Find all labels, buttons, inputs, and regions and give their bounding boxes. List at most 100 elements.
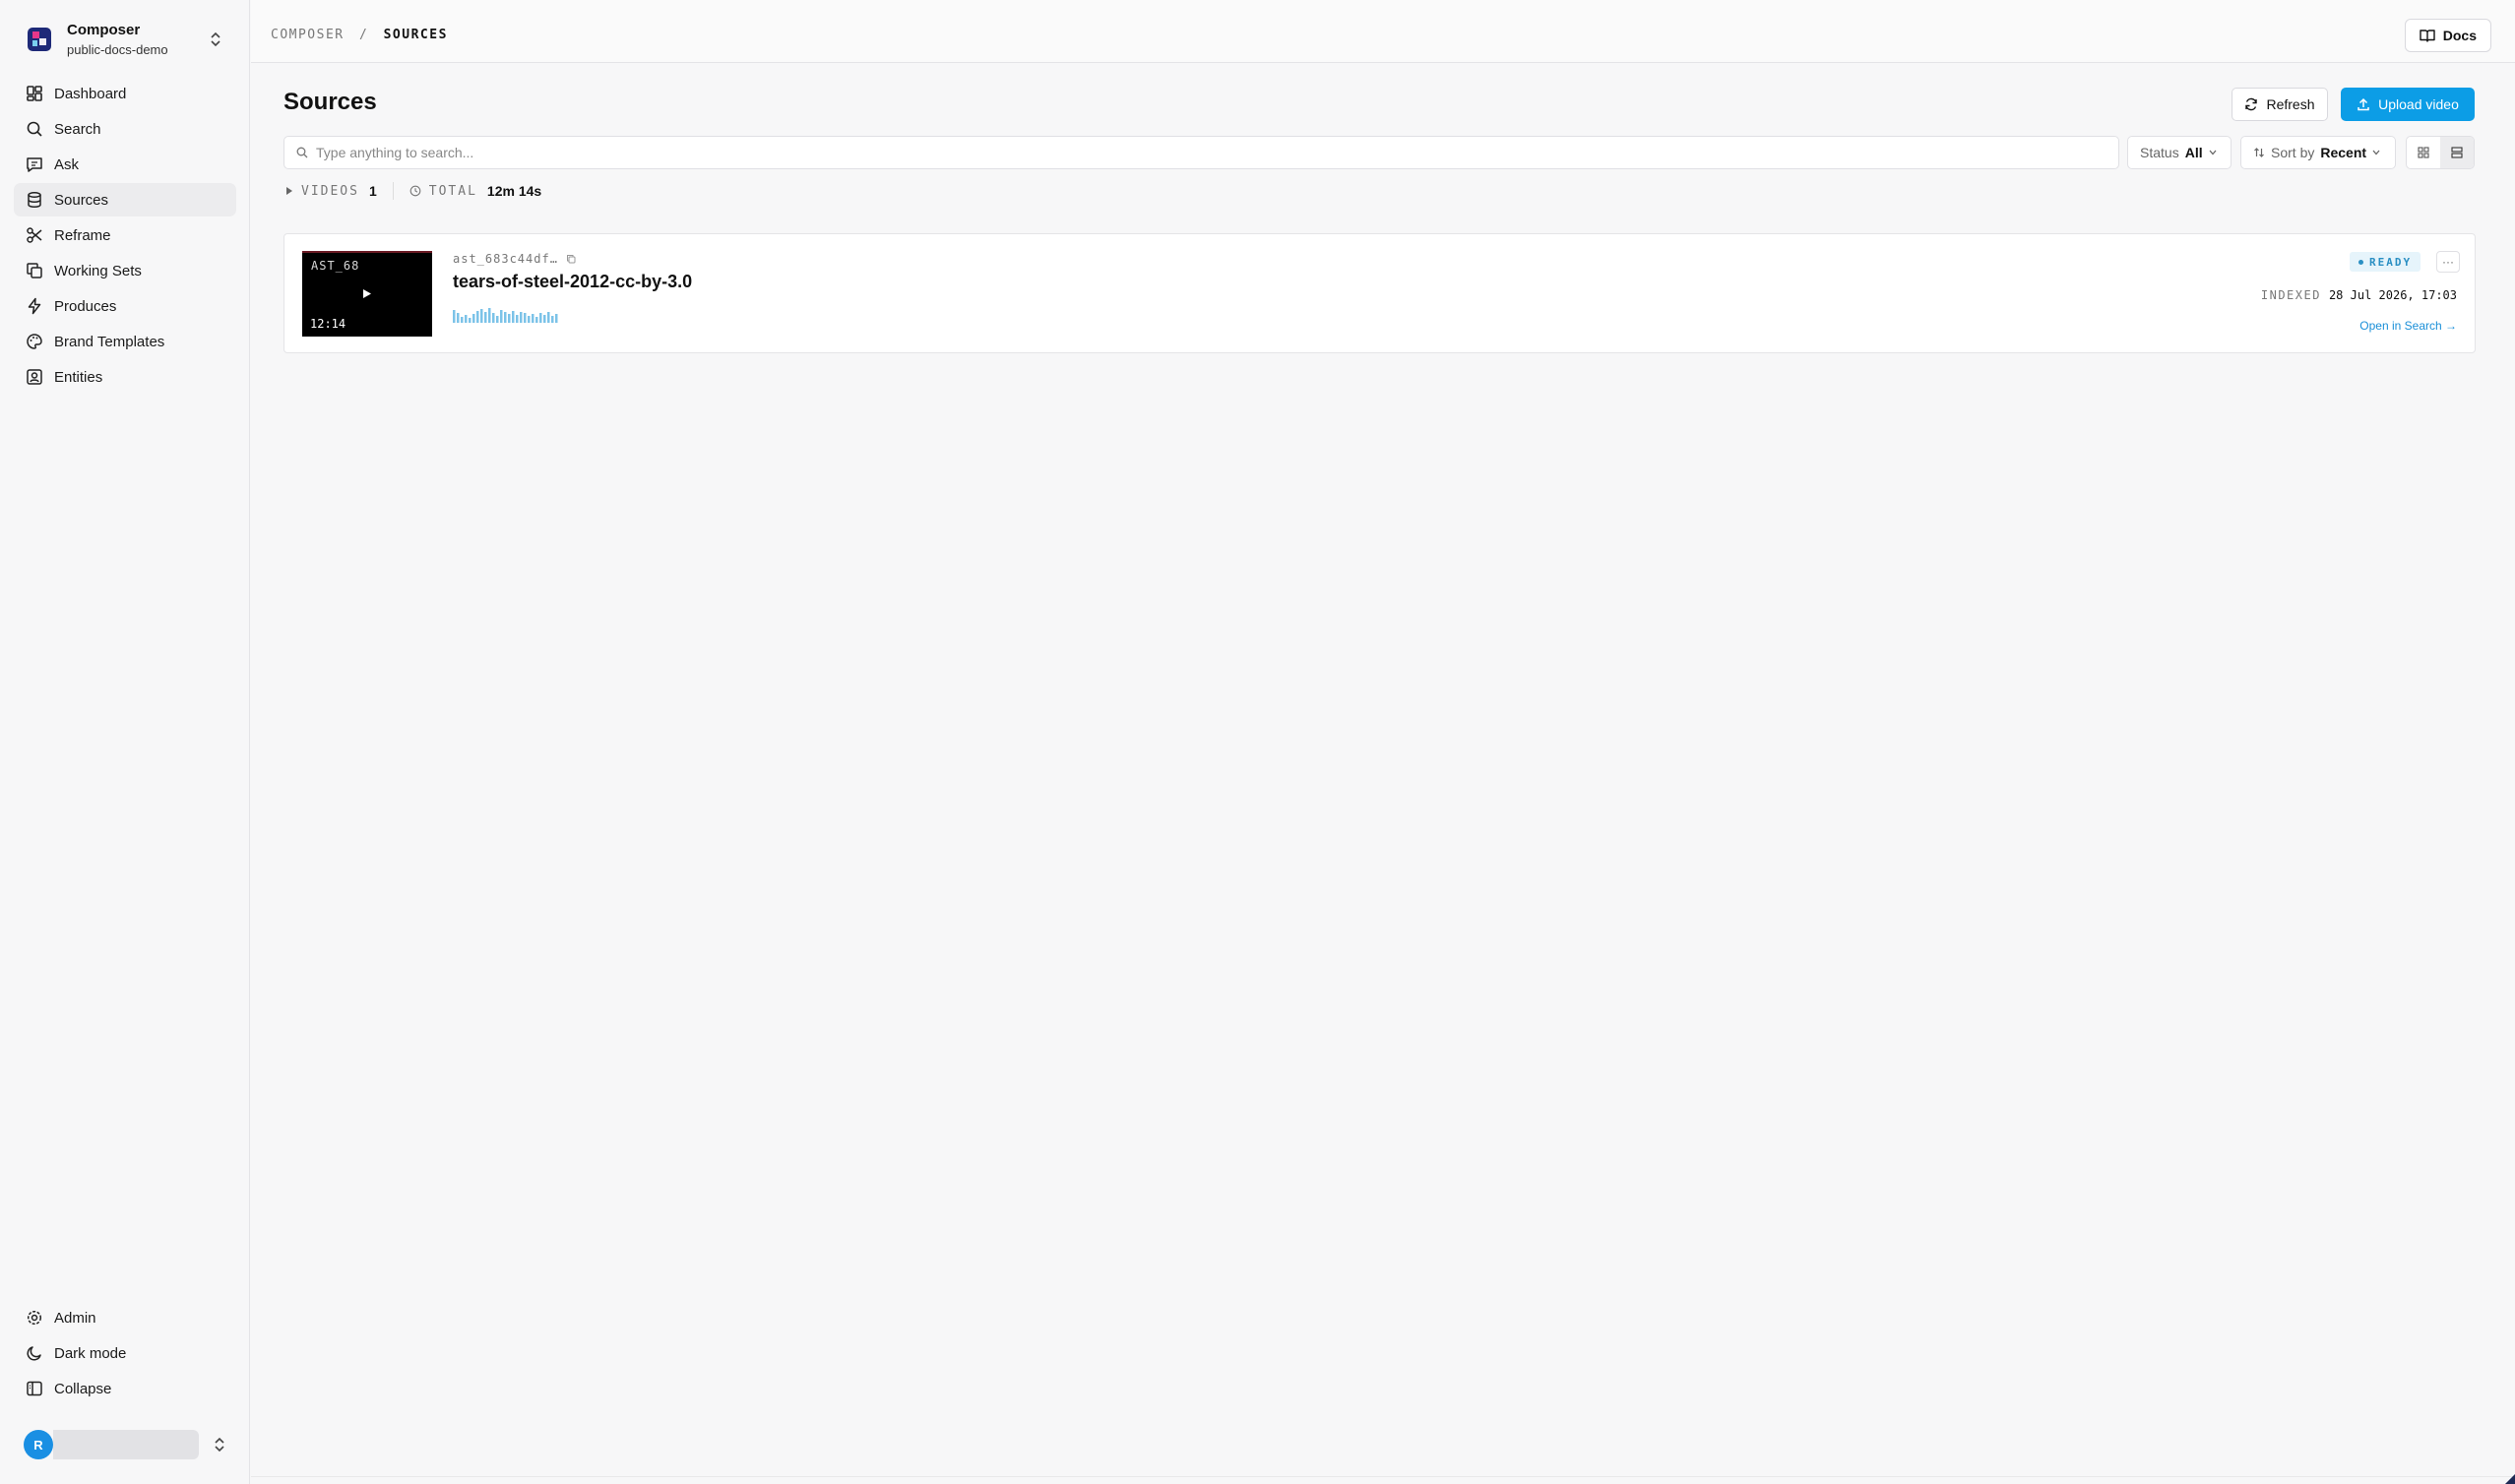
sidebar-item-label: Entities bbox=[54, 368, 103, 386]
gear-icon bbox=[27, 1310, 42, 1326]
avatar: R bbox=[24, 1430, 53, 1459]
indexed-label: INDEXED bbox=[2260, 288, 2321, 302]
workspace-switcher[interactable]: Composer public-docs-demo bbox=[14, 12, 236, 67]
clock-icon bbox=[409, 185, 421, 197]
status-badge: READY bbox=[2350, 252, 2421, 272]
videos-label: VIDEOS bbox=[301, 183, 359, 199]
chevron-up-down-icon bbox=[211, 31, 220, 47]
status-filter-value: All bbox=[2184, 145, 2203, 160]
sidebar-item-reframe[interactable]: Reframe bbox=[14, 218, 236, 252]
sidebar-item-ask[interactable]: Ask bbox=[14, 148, 236, 181]
play-icon[interactable] bbox=[362, 288, 372, 299]
moon-icon bbox=[27, 1346, 41, 1361]
user-name-placeholder bbox=[53, 1430, 199, 1459]
sidebar-item-sources[interactable]: Sources bbox=[14, 183, 236, 216]
sidebar-item-label: Dark mode bbox=[54, 1344, 127, 1362]
video-thumbnail[interactable]: AST_68 12:14 bbox=[302, 251, 432, 337]
sidebar-item-label: Produces bbox=[54, 297, 117, 315]
source-stats: VIDEOS 1 TOTAL 12m 14s bbox=[285, 182, 542, 200]
sidebar-item-admin[interactable]: Admin bbox=[14, 1301, 236, 1334]
total-duration: 12m 14s bbox=[486, 183, 542, 199]
sidebar-item-label: Ask bbox=[54, 155, 80, 173]
database-icon bbox=[28, 192, 41, 209]
asset-id: ast_683c44df… bbox=[453, 252, 576, 266]
palette-icon bbox=[27, 334, 42, 349]
sidebar-item-label: Brand Templates bbox=[54, 333, 165, 350]
breadcrumb: COMPOSER / SOURCES bbox=[271, 28, 448, 42]
list-view-button[interactable] bbox=[2440, 137, 2474, 168]
indexed-info: INDEXED 28 Jul 2026, 17:03 bbox=[2261, 288, 2457, 302]
search-icon bbox=[27, 121, 42, 137]
indexed-timestamp: 28 Jul 2026, 17:03 bbox=[2328, 288, 2457, 302]
sidebar: Composer public-docs-demo Dashboard Sear… bbox=[0, 0, 250, 1484]
upload-icon bbox=[2358, 97, 2369, 111]
audio-waveform bbox=[453, 308, 558, 323]
more-options-button[interactable]: ··· bbox=[2436, 251, 2460, 273]
more-options-label: ··· bbox=[2442, 255, 2454, 269]
resize-handle-icon[interactable] bbox=[2505, 1472, 2515, 1484]
refresh-label: Refresh bbox=[2266, 96, 2315, 112]
docs-label: Docs bbox=[2442, 28, 2477, 43]
status-dot bbox=[2358, 259, 2363, 265]
page-title: Sources bbox=[283, 89, 377, 115]
status-filter-label: Status bbox=[2140, 145, 2179, 160]
top-bar: COMPOSER / SOURCES Docs bbox=[251, 0, 2515, 63]
scissors-icon bbox=[27, 227, 42, 243]
videos-count: 1 bbox=[368, 183, 377, 199]
breadcrumb-root[interactable]: COMPOSER bbox=[271, 28, 345, 42]
sidebar-item-search[interactable]: Search bbox=[14, 112, 236, 146]
dashboard-icon bbox=[27, 86, 42, 101]
collapse-sidebar-button[interactable]: Collapse bbox=[14, 1372, 236, 1405]
source-title[interactable]: tears-of-steel-2012-cc-by-3.0 bbox=[453, 272, 692, 292]
contact-icon bbox=[27, 369, 42, 385]
sidebar-nav: Dashboard Search Ask Sources Reframe Wor… bbox=[14, 77, 236, 396]
play-triangle-icon bbox=[286, 187, 292, 195]
open-in-search-link[interactable]: Open in Search → bbox=[2359, 319, 2457, 333]
thumbnail-asset-label: AST_68 bbox=[311, 259, 360, 273]
sidebar-item-produces[interactable]: Produces bbox=[14, 289, 236, 323]
status-filter-dropdown[interactable]: Status All bbox=[2127, 136, 2232, 169]
dark-mode-toggle[interactable]: Dark mode bbox=[14, 1336, 236, 1370]
list-icon bbox=[2451, 147, 2463, 158]
workspace-project: public-docs-demo bbox=[67, 42, 168, 57]
composer-logo-icon bbox=[28, 28, 51, 51]
search-input[interactable] bbox=[316, 145, 1989, 160]
upload-label: Upload video bbox=[2378, 96, 2459, 112]
asset-id-text: ast_683c44df… bbox=[453, 252, 558, 266]
sidebar-item-working-sets[interactable]: Working Sets bbox=[14, 254, 236, 287]
upload-video-button[interactable]: Upload video bbox=[2341, 88, 2475, 121]
sidebar-item-label: Search bbox=[54, 120, 101, 138]
grid-view-button[interactable] bbox=[2407, 137, 2440, 168]
page-bottom-border bbox=[251, 1476, 2515, 1477]
sidebar-item-label: Sources bbox=[54, 191, 109, 209]
copy-icon[interactable] bbox=[566, 254, 576, 264]
search-bar bbox=[283, 136, 2119, 169]
book-icon bbox=[2420, 30, 2435, 42]
sidebar-item-entities[interactable]: Entities bbox=[14, 360, 236, 394]
sidebar-item-brand-templates[interactable]: Brand Templates bbox=[14, 325, 236, 358]
refresh-icon bbox=[2245, 97, 2258, 111]
grid-icon bbox=[2418, 147, 2429, 158]
sidebar-item-dashboard[interactable]: Dashboard bbox=[14, 77, 236, 110]
status-text: READY bbox=[2369, 255, 2413, 269]
sort-dropdown[interactable]: Sort by Recent bbox=[2240, 136, 2396, 169]
thumbnail-top-stripe bbox=[302, 251, 432, 253]
stats-divider bbox=[392, 182, 394, 200]
user-menu[interactable]: R bbox=[14, 1425, 236, 1464]
workspace-name: Composer bbox=[67, 22, 141, 38]
sort-value: Recent bbox=[2320, 145, 2367, 160]
refresh-button[interactable]: Refresh bbox=[2232, 88, 2328, 121]
copy-icon bbox=[27, 263, 42, 278]
sort-label: Sort by bbox=[2271, 145, 2315, 160]
breadcrumb-current: SOURCES bbox=[383, 28, 448, 42]
video-duration: 12:14 bbox=[310, 317, 346, 331]
sort-arrows-icon bbox=[2254, 148, 2264, 157]
view-mode-toggle bbox=[2406, 136, 2475, 169]
source-card[interactable]: AST_68 12:14 ast_683c44df… tears-of-stee… bbox=[283, 233, 2476, 353]
chevron-down-icon bbox=[2209, 150, 2217, 155]
sidebar-collapse-icon bbox=[27, 1381, 42, 1396]
docs-button[interactable]: Docs bbox=[2404, 19, 2491, 52]
sidebar-item-label: Working Sets bbox=[54, 262, 142, 279]
chevron-down-icon bbox=[2372, 150, 2380, 155]
chat-icon bbox=[27, 157, 42, 172]
